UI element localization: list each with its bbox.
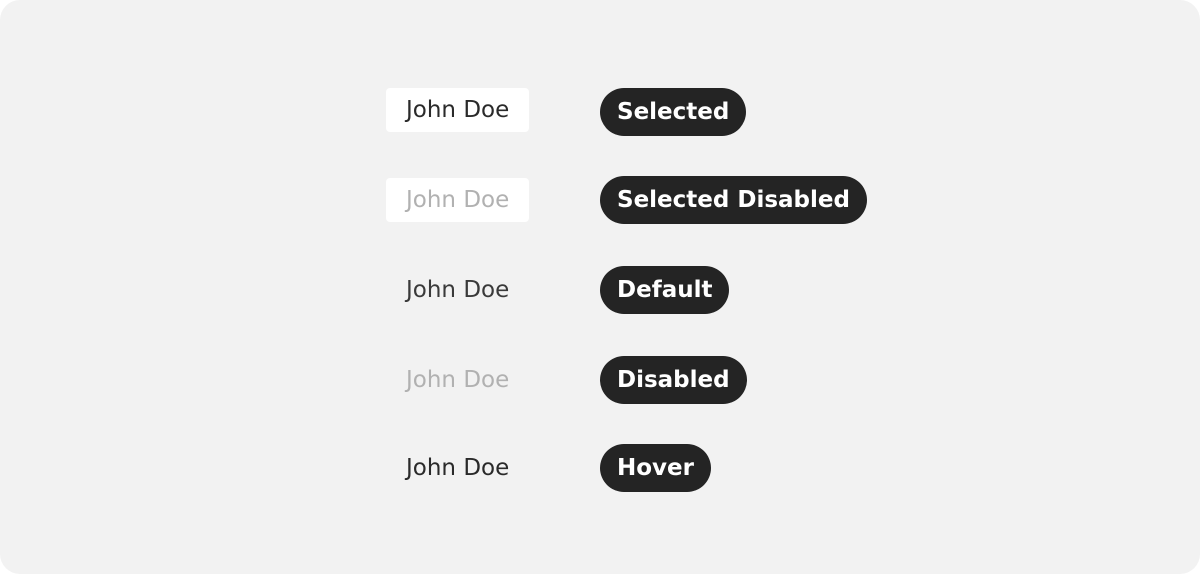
state-row-hover: John Doe Hover <box>0 444 1200 492</box>
state-row-default: John Doe Default <box>0 266 1200 314</box>
user-chip-default[interactable]: John Doe <box>386 268 529 312</box>
user-chip-disabled: John Doe <box>406 367 510 393</box>
state-row-selected-disabled: John Doe Selected Disabled <box>0 176 1200 224</box>
user-chip-selected-disabled: John Doe <box>386 178 530 222</box>
state-row-disabled: John Doe Disabled <box>0 356 1200 404</box>
state-label-selected-disabled: Selected Disabled <box>600 176 867 224</box>
state-label-hover: Hover <box>600 444 711 492</box>
state-label-default: Default <box>600 266 730 314</box>
state-label-selected: Selected <box>600 88 747 136</box>
user-chip-hover[interactable]: John Doe <box>386 446 529 490</box>
state-label-disabled: Disabled <box>600 356 747 404</box>
state-row-selected: John Doe Selected <box>0 88 1200 136</box>
user-chip-selected[interactable]: John Doe <box>386 88 530 132</box>
states-canvas: John Doe Selected John Doe Selected Disa… <box>0 0 1200 574</box>
